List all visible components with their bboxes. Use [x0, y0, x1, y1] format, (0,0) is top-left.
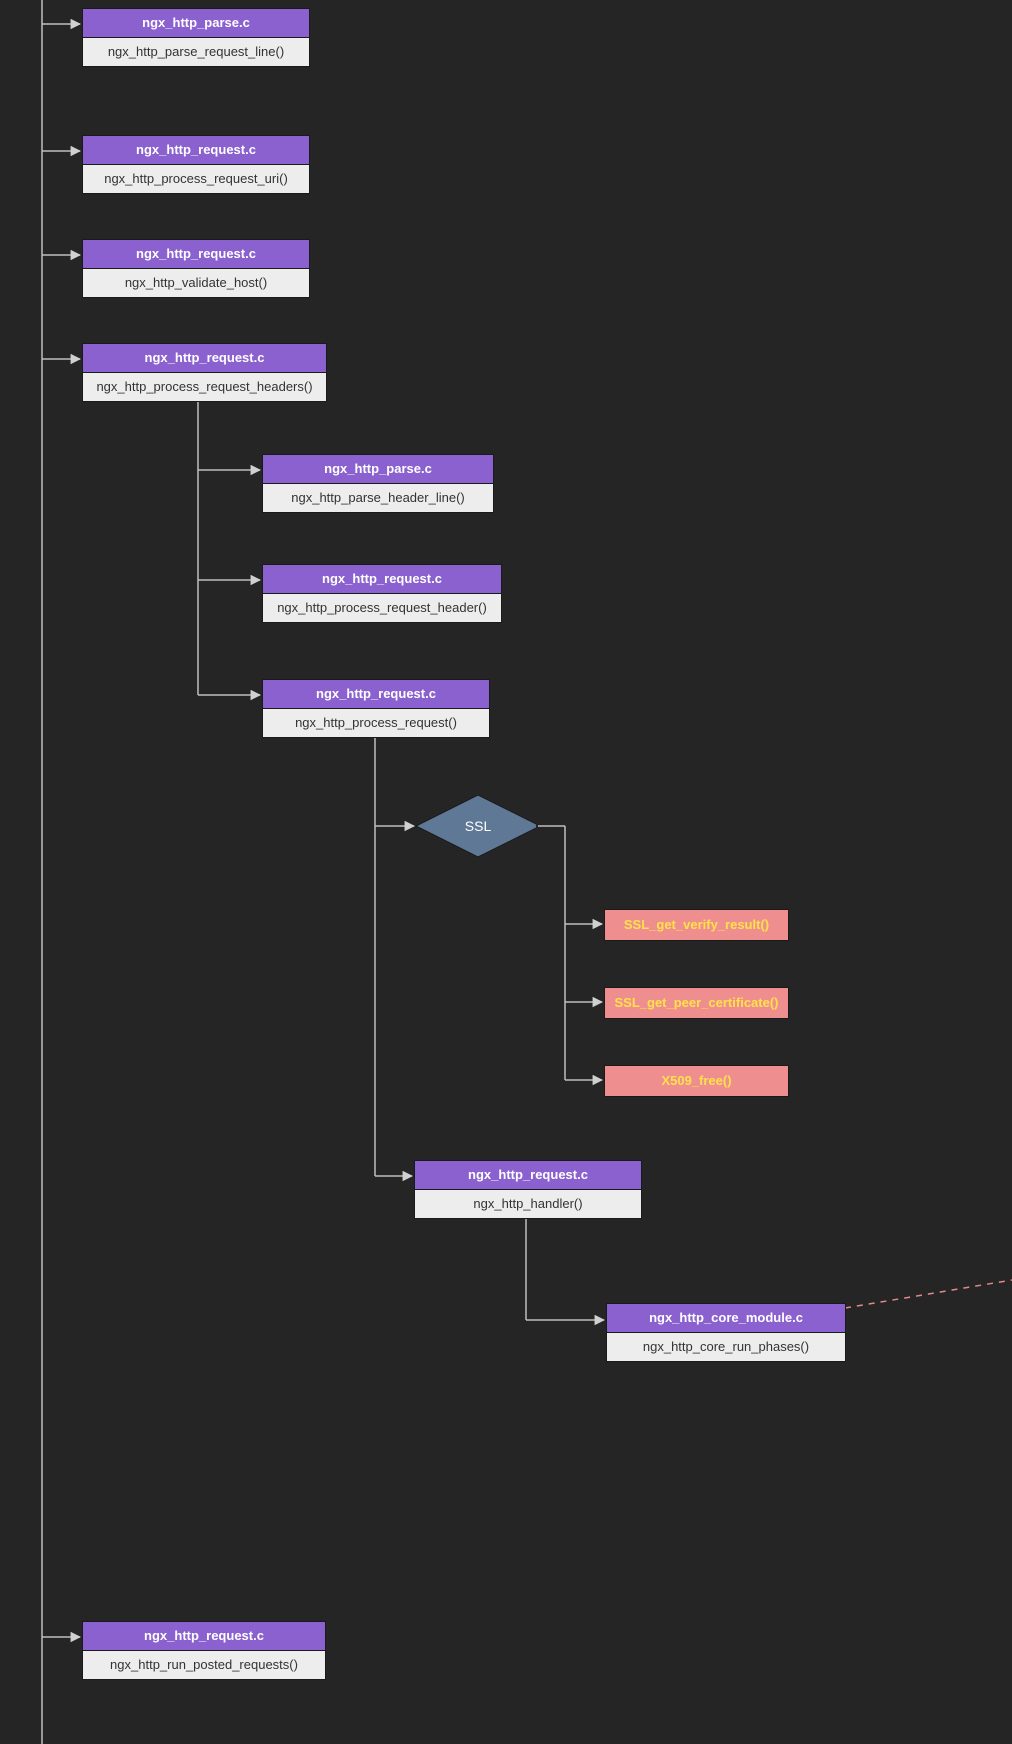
node-ngx-http-parse-request-line[interactable]: ngx_http_parse.c ngx_http_parse_request_…: [82, 8, 310, 67]
node-body: ngx_http_core_run_phases(): [606, 1332, 846, 1362]
node-body: ngx_http_process_request_uri(): [82, 164, 310, 194]
node-header: ngx_http_request.c: [262, 679, 490, 708]
node-header: ngx_http_parse.c: [82, 8, 310, 37]
node-header: ngx_http_parse.c: [262, 454, 494, 483]
node-header: ngx_http_request.c: [414, 1160, 642, 1189]
node-ngx-http-parse-header-line[interactable]: ngx_http_parse.c ngx_http_parse_header_l…: [262, 454, 494, 513]
node-body: ngx_http_validate_host(): [82, 268, 310, 298]
node-body: ngx_http_run_posted_requests(): [82, 1650, 326, 1680]
node-ngx-http-core-run-phases[interactable]: ngx_http_core_module.c ngx_http_core_run…: [606, 1303, 846, 1362]
node-body: ngx_http_process_request_headers(): [82, 372, 327, 402]
node-ngx-http-process-request-header[interactable]: ngx_http_request.c ngx_http_process_requ…: [262, 564, 502, 623]
node-body: ngx_http_process_request(): [262, 708, 490, 738]
node-header: ngx_http_request.c: [82, 135, 310, 164]
node-header: ngx_http_request.c: [82, 1621, 326, 1650]
node-body: ngx_http_parse_request_line(): [82, 37, 310, 67]
node-ssl-get-verify-result[interactable]: SSL_get_verify_result(): [604, 909, 789, 941]
node-ngx-http-validate-host[interactable]: ngx_http_request.c ngx_http_validate_hos…: [82, 239, 310, 298]
node-header: ngx_http_request.c: [82, 343, 327, 372]
node-ngx-http-process-request-uri[interactable]: ngx_http_request.c ngx_http_process_requ…: [82, 135, 310, 194]
flow-canvas: ngx_http_parse.c ngx_http_parse_request_…: [0, 0, 1012, 1744]
node-header: ngx_http_request.c: [262, 564, 502, 593]
node-body: ngx_http_handler(): [414, 1189, 642, 1219]
node-body: ngx_http_parse_header_line(): [262, 483, 494, 513]
node-ngx-http-process-request-headers[interactable]: ngx_http_request.c ngx_http_process_requ…: [82, 343, 327, 402]
node-x509-free[interactable]: X509_free(): [604, 1065, 789, 1097]
node-header: ngx_http_core_module.c: [606, 1303, 846, 1332]
node-body: ngx_http_process_request_header(): [262, 593, 502, 623]
node-ngx-http-run-posted-requests[interactable]: ngx_http_request.c ngx_http_run_posted_r…: [82, 1621, 326, 1680]
node-ngx-http-process-request[interactable]: ngx_http_request.c ngx_http_process_requ…: [262, 679, 490, 738]
node-ssl-get-peer-certificate[interactable]: SSL_get_peer_certificate(): [604, 987, 789, 1019]
node-header: ngx_http_request.c: [82, 239, 310, 268]
node-ngx-http-handler[interactable]: ngx_http_request.c ngx_http_handler(): [414, 1160, 642, 1219]
decision-ssl-label: SSL: [418, 818, 538, 834]
